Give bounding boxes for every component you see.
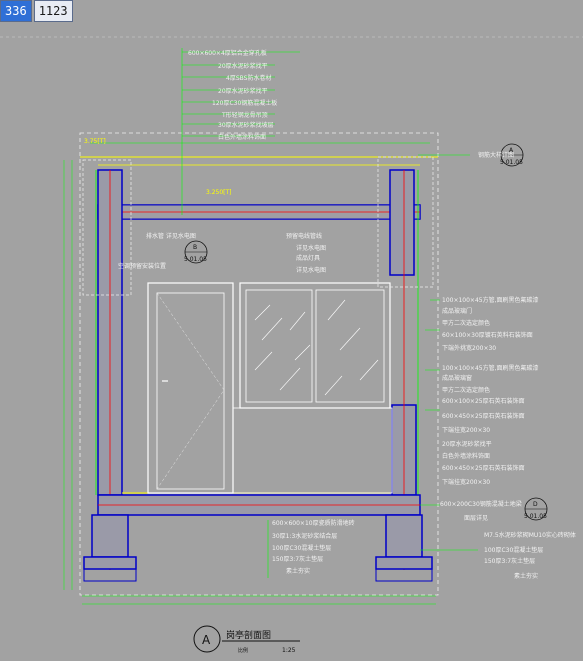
svg-text:30厚1:3水泥砂浆结合层: 30厚1:3水泥砂浆结合层: [272, 532, 337, 540]
svg-text:D: D: [533, 501, 538, 508]
svg-text:4厚SBS防水卷材: 4厚SBS防水卷材: [226, 74, 271, 82]
right-footing-base: [375, 556, 433, 570]
svg-text:20厚水泥砂浆找平: 20厚水泥砂浆找平: [218, 62, 268, 70]
drawing-title: A 岗亭剖面图 比例 1:25: [193, 625, 300, 654]
light-note: 预留电线管线: [286, 232, 322, 240]
roof-layer-labels: 600×600×4厚铝合金穿孔板 20厚水泥砂浆找平 4厚SBS防水卷材 20厚…: [188, 49, 277, 141]
door-frame: [147, 282, 234, 494]
drain-note: 排水管 详见水电图: [146, 232, 196, 240]
svg-text:B: B: [193, 244, 197, 251]
right-footing-bed: [375, 568, 433, 582]
wall-panel-below-window: [232, 407, 393, 494]
svg-text:100×100×45方管,面刷黑色氟碳漆: 100×100×45方管,面刷黑色氟碳漆: [442, 296, 539, 304]
svg-text:成品玻璃门: 成品玻璃门: [442, 307, 472, 315]
door-leaf: [156, 292, 225, 490]
door-swing: [156, 292, 225, 490]
callout-d: D 5.01.05: [524, 497, 548, 521]
left-footing-base: [83, 556, 137, 570]
svg-text:5.01.05: 5.01.05: [184, 256, 207, 263]
right-top-label: 钢筋大样详图: [478, 151, 514, 159]
svg-text:600×600×4厚铝合金穿孔板: 600×600×4厚铝合金穿孔板: [188, 49, 267, 57]
svg-text:成品玻璃窗: 成品玻璃窗: [442, 374, 472, 382]
svg-text:150厚3:7灰土垫层: 150厚3:7灰土垫层: [272, 555, 323, 563]
svg-text:M7.5水泥砂浆砌MU10实心砖砌体: M7.5水泥砂浆砌MU10实心砖砌体: [484, 531, 576, 539]
window-frame: [239, 282, 391, 409]
right-footing-column: [385, 514, 423, 558]
left-footing-column: [91, 514, 129, 558]
svg-text:20厚水泥砂浆找平: 20厚水泥砂浆找平: [442, 440, 492, 448]
svg-text:100×100×45方管,面刷黑色氟碳漆: 100×100×45方管,面刷黑色氟碳漆: [442, 364, 539, 372]
svg-text:甲方二次选定颜色: 甲方二次选定颜色: [442, 319, 490, 327]
svg-text:素土夯实: 素土夯实: [514, 572, 538, 580]
svg-text:下端挂宽200×30: 下端挂宽200×30: [442, 478, 490, 486]
svg-text:600×100×25厚石英石装饰面: 600×100×25厚石英石装饰面: [442, 397, 525, 405]
svg-text:下端外挑宽200×30: 下端外挑宽200×30: [442, 344, 496, 352]
svg-text:白色外墙涂料饰面: 白色外墙涂料饰面: [218, 133, 266, 141]
right-wall-labels: 100×100×45方管,面刷黑色氟碳漆 成品玻璃门 甲方二次选定颜色 60×1…: [442, 296, 539, 486]
svg-text:600×450×25厚石英石装饰面: 600×450×25厚石英石装饰面: [442, 412, 525, 420]
svg-text:600×450×25厚石英石装饰面: 600×450×25厚石英石装饰面: [442, 464, 525, 472]
callout-b: B 5.01.05: [184, 240, 208, 264]
fixture-label: 成品灯具: [296, 254, 320, 262]
right-base-labels: 600×200C30钢筋混凝土地梁 面层详见 M7.5水泥砂浆砌MU10实心砖砌…: [440, 500, 576, 580]
fixture-detail: 详见水电图: [296, 266, 326, 274]
svg-text:白色外墙涂料饰面: 白色外墙涂料饰面: [442, 452, 490, 460]
light-detail: 详见水电图: [296, 244, 326, 252]
pipe-note: 空调预留安装位置: [118, 262, 166, 270]
svg-text:面层详见: 面层详见: [464, 514, 488, 522]
svg-text:1:25: 1:25: [282, 647, 296, 654]
elevation-mid: 3.250[T]: [206, 189, 232, 196]
svg-text:100厚C30混凝土垫层: 100厚C30混凝土垫层: [484, 546, 543, 554]
svg-text:100厚C30混凝土垫层: 100厚C30混凝土垫层: [272, 544, 331, 552]
svg-text:150厚3:7灰土垫层: 150厚3:7灰土垫层: [484, 557, 535, 565]
cad-section-drawing: 3.75[T] 3.250[T] A 5.01.05 B 5.01.05 D 5…: [0, 36, 583, 654]
svg-text:5.01.05: 5.01.05: [524, 513, 547, 520]
glass-hatch: [254, 299, 379, 396]
elevation-left: 3.75[T]: [84, 138, 106, 145]
svg-text:20厚水泥砂浆找平: 20厚水泥砂浆找平: [218, 87, 268, 95]
svg-text:600×600×10厚瓷质防滑地砖: 600×600×10厚瓷质防滑地砖: [272, 519, 355, 527]
svg-text:30厚水泥砂浆找坡层: 30厚水泥砂浆找坡层: [218, 121, 274, 129]
svg-text:600×200C30钢筋混凝土地梁: 600×200C30钢筋混凝土地梁: [440, 500, 522, 508]
svg-text:比例: 比例: [238, 647, 248, 654]
svg-text:120厚C30钢筋混凝土板: 120厚C30钢筋混凝土板: [212, 99, 277, 107]
window-pane-left: [245, 289, 313, 403]
right-wall-upper: [389, 169, 415, 276]
svg-text:下端挂宽200×30: 下端挂宽200×30: [442, 426, 490, 434]
floor-layer-labels: 600×600×10厚瓷质防滑地砖 30厚1:3水泥砂浆结合层 100厚C30混…: [272, 519, 355, 575]
window-pane-right: [315, 289, 385, 403]
svg-text:甲方二次选定颜色: 甲方二次选定颜色: [442, 386, 490, 394]
left-footing-bed: [83, 568, 137, 582]
svg-text:T形轻钢龙骨吊顶: T形轻钢龙骨吊顶: [221, 111, 268, 119]
svg-text:A: A: [202, 633, 211, 647]
svg-text:岗亭剖面图: 岗亭剖面图: [226, 629, 271, 641]
svg-text:60×100×30厚镀石英料石装饰面: 60×100×30厚镀石英料石装饰面: [442, 331, 533, 339]
svg-text:5.01.05: 5.01.05: [500, 159, 523, 166]
svg-text:素土夯实: 素土夯实: [286, 567, 310, 575]
